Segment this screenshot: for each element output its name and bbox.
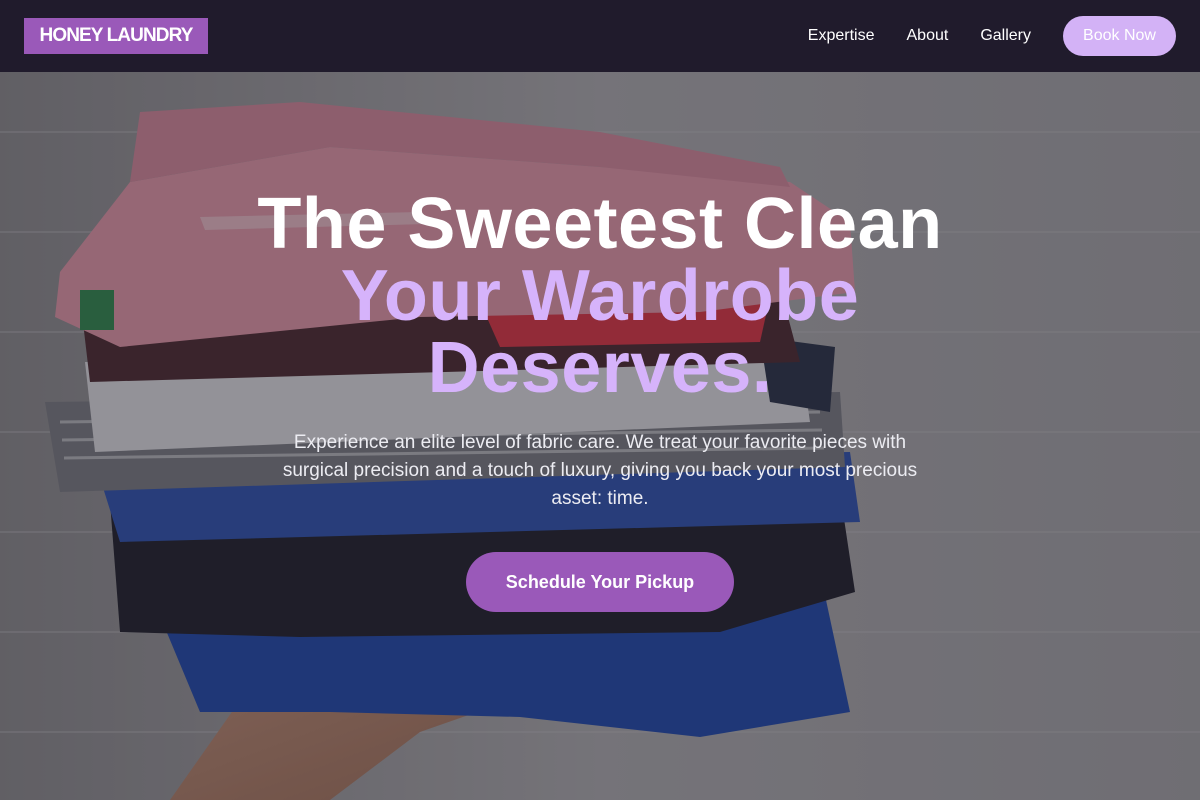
- headline-line-1: The Sweetest Clean: [257, 184, 943, 264]
- hero-headline: The Sweetest Clean Your Wardrobe Deserve…: [0, 188, 1200, 404]
- top-navbar: HONEY LAUNDRY Expertise About Gallery Bo…: [0, 0, 1200, 72]
- nav-link-gallery[interactable]: Gallery: [980, 27, 1031, 45]
- book-now-button[interactable]: Book Now: [1063, 16, 1176, 56]
- schedule-pickup-button[interactable]: Schedule Your Pickup: [466, 552, 734, 612]
- headline-line-3: Deserves.: [427, 328, 773, 408]
- nav-link-about[interactable]: About: [907, 27, 949, 45]
- hero-section: The Sweetest Clean Your Wardrobe Deserve…: [0, 72, 1200, 800]
- nav-menu: Expertise About Gallery Book Now: [808, 16, 1176, 56]
- headline-line-2: Your Wardrobe: [340, 256, 860, 336]
- hero-subtext: Experience an elite level of fabric care…: [282, 432, 918, 509]
- nav-link-expertise[interactable]: Expertise: [808, 27, 875, 45]
- brand-logo[interactable]: HONEY LAUNDRY: [24, 18, 208, 54]
